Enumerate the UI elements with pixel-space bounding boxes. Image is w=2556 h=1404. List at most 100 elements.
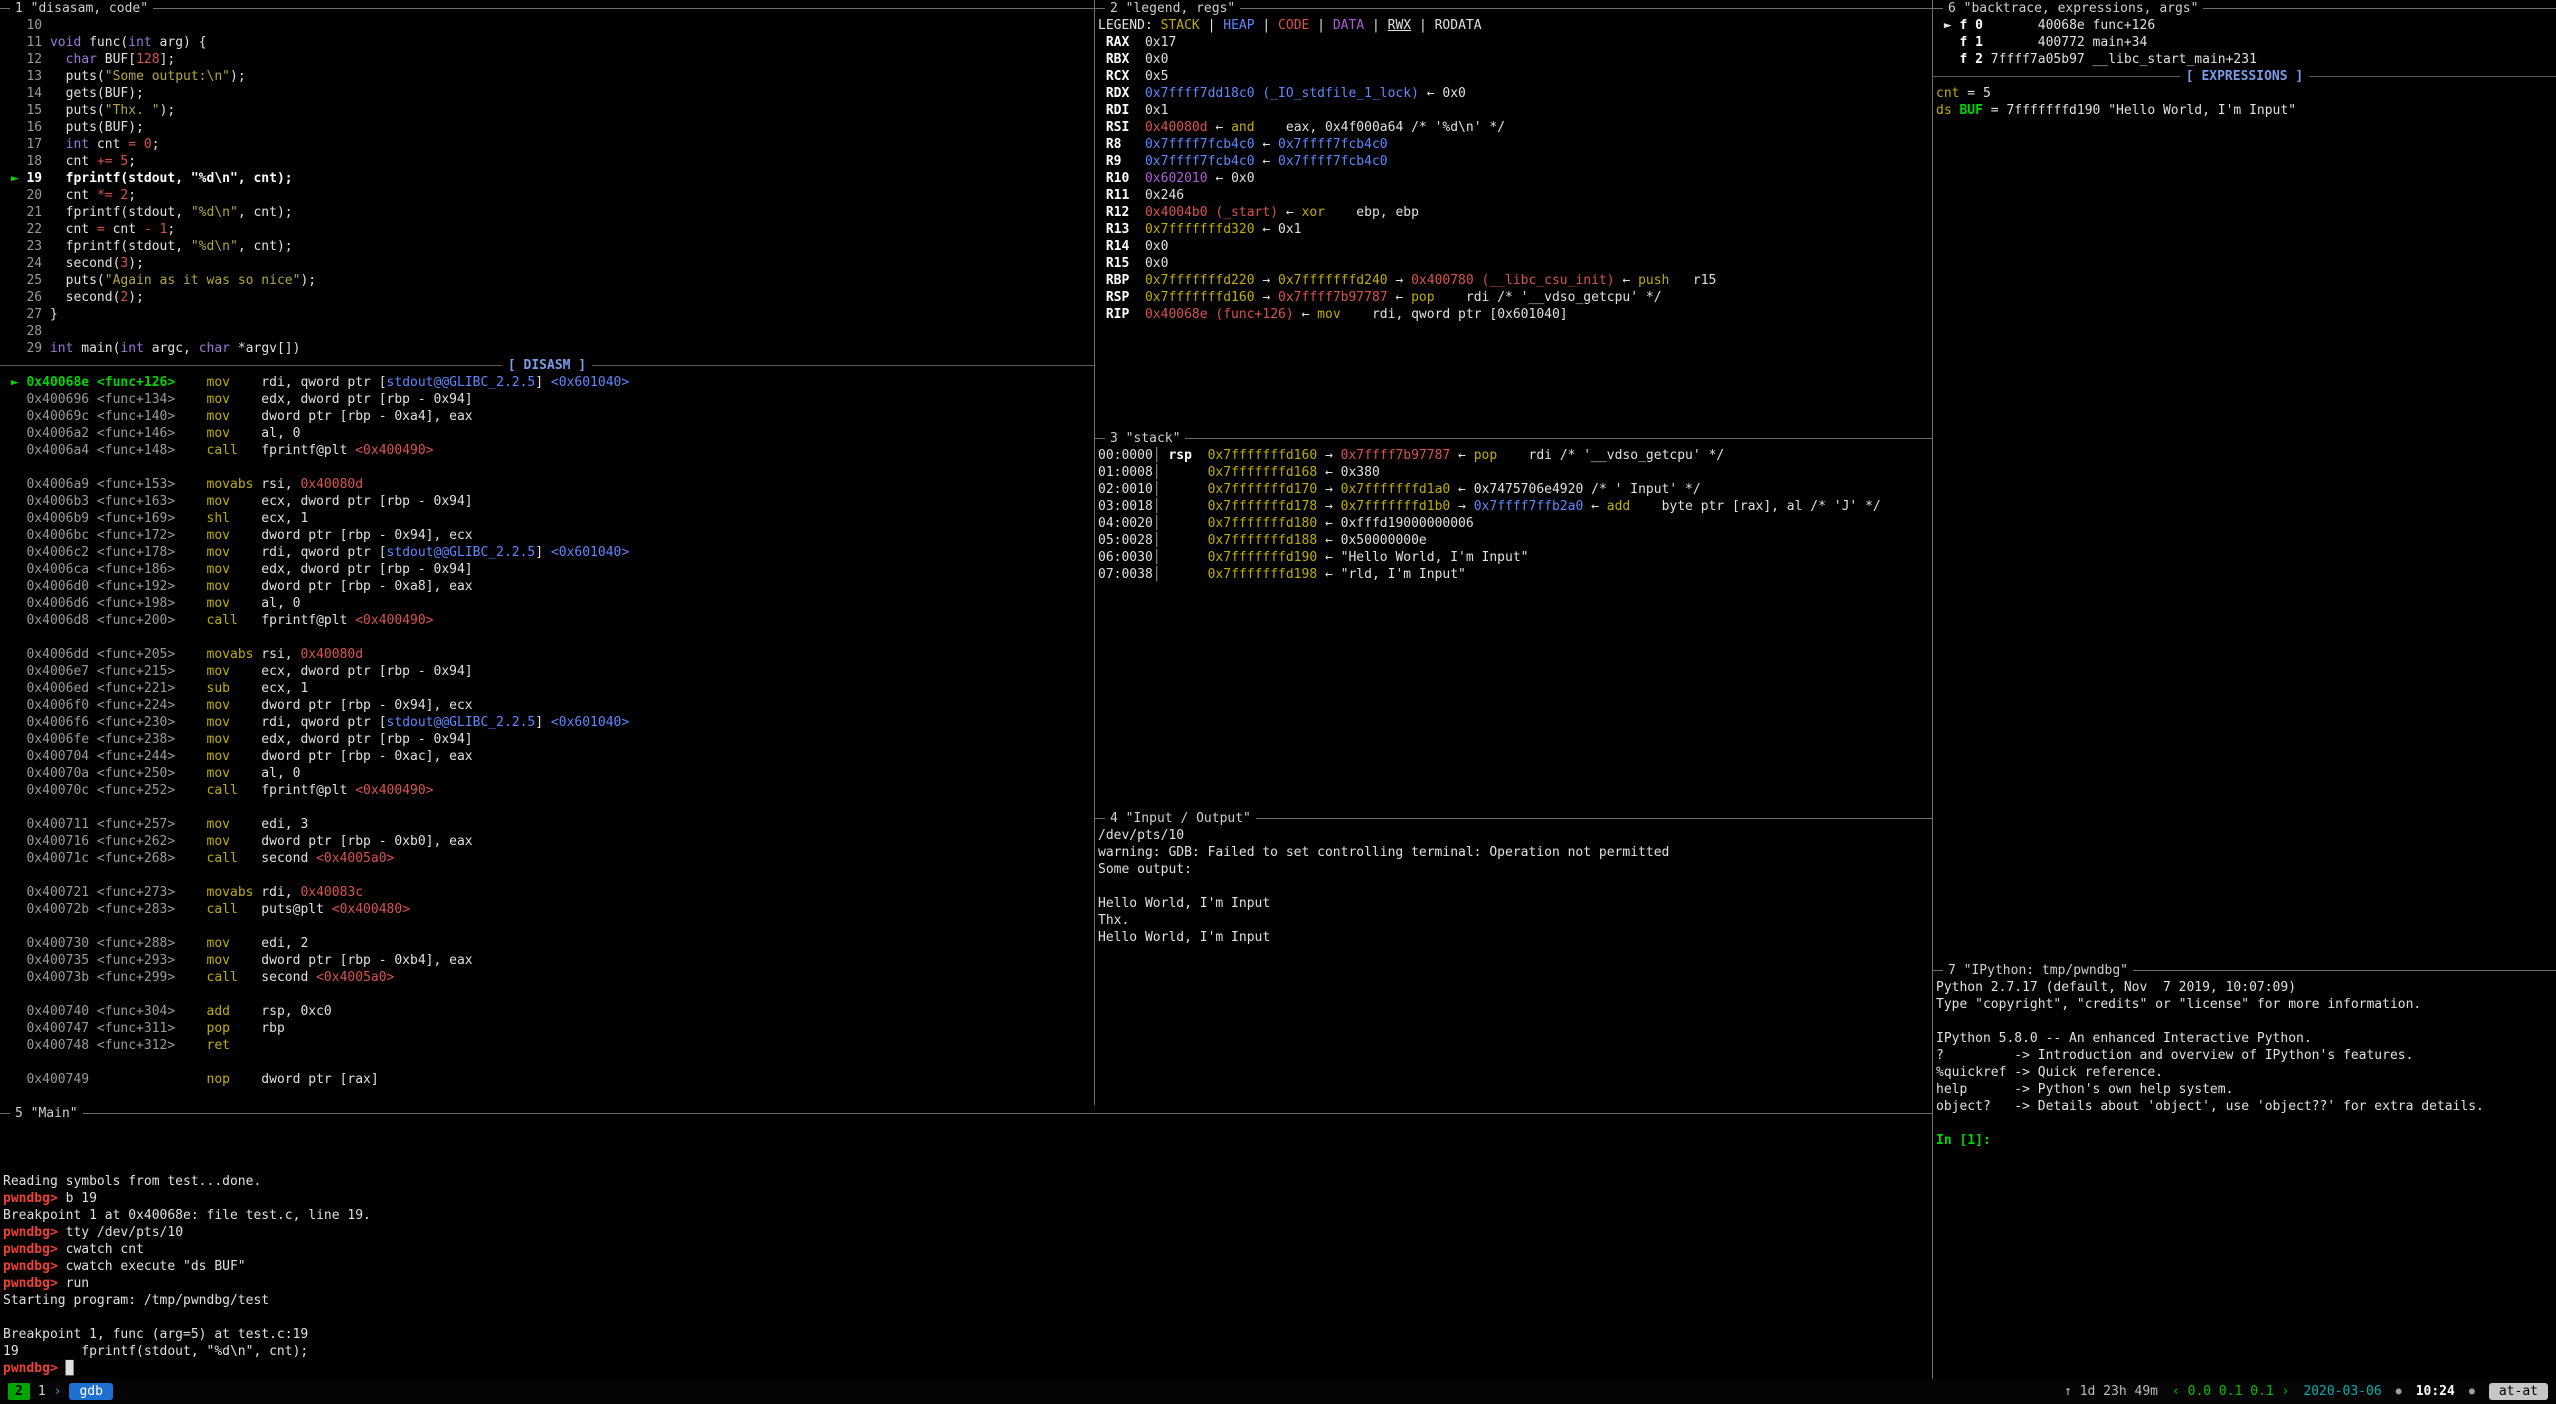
terminal-line: 10 xyxy=(3,17,1094,34)
pane-ipython[interactable]: 7 "IPython: tmp/pwndbg" Python 2.7.17 (d… xyxy=(1933,962,2556,1379)
pane-main-gdb[interactable]: 5 "Main" Reading symbols from test...don… xyxy=(0,1105,1933,1379)
pane-title: 1 "disasam, code" xyxy=(10,0,153,17)
pane-title: 2 "legend, regs" xyxy=(1105,0,1240,17)
terminal-line: 0x4006f6 <func+230> mov rdi, qword ptr [… xyxy=(3,714,1094,731)
terminal-line: 0x4006a4 <func+148> call fprintf@plt <0x… xyxy=(3,442,1094,459)
terminal-line: 0x400730 <func+288> mov edi, 2 xyxy=(3,935,1094,952)
terminal-line: 19 fprintf(stdout, "%d\n", cnt); xyxy=(3,1343,1932,1360)
terminal-line: 0x4006d0 <func+192> mov dword ptr [rbp -… xyxy=(3,578,1094,595)
terminal-line: RAX 0x17 xyxy=(1098,34,1932,51)
terminal-line: R8 0x7ffff7fcb4c0 ← 0x7ffff7fcb4c0 xyxy=(1098,136,1932,153)
date-text: 2020-03-06 xyxy=(2303,1383,2381,1400)
terminal-line xyxy=(3,1054,1094,1071)
pane-legend-regs[interactable]: 2 "legend, regs" LEGEND: STACK | HEAP | … xyxy=(1095,0,1933,430)
pane-input-output[interactable]: 4 "Input / Output" /dev/pts/10warning: G… xyxy=(1095,810,1933,1105)
pane-backtrace-expressions[interactable]: 6 "backtrace, expressions, args" ► f 0 4… xyxy=(1933,0,2556,962)
terminal-line: 0x40070a <func+250> mov al, 0 xyxy=(3,765,1094,782)
terminal-line: pwndbg> tty /dev/pts/10 xyxy=(3,1224,1932,1241)
time-text: 10:24 xyxy=(2416,1383,2455,1400)
hostname-badge: at-at xyxy=(2489,1383,2548,1400)
terminal-line: 21 fprintf(stdout, "%d\n", cnt); xyxy=(3,204,1094,221)
terminal-line: 0x400711 <func+257> mov edi, 3 xyxy=(3,816,1094,833)
terminal-line xyxy=(3,629,1094,646)
terminal-line: R15 0x0 xyxy=(1098,255,1932,272)
terminal-line: RBX 0x0 xyxy=(1098,51,1932,68)
terminal-line: 24 second(3); xyxy=(3,255,1094,272)
terminal-line: cnt = 5 xyxy=(1936,85,2556,102)
legend-line: LEGEND: STACK | HEAP | CODE | DATA | RWX… xyxy=(1095,17,1932,34)
terminal-line: 06:0030│ 0x7fffffffd190 ← "Hello World, … xyxy=(1098,549,1932,566)
terminal-line: help -> Python's own help system. xyxy=(1936,1081,2556,1098)
terminal-line: 29 int main(int argc, char *argv[]) xyxy=(3,340,1094,357)
terminal-line xyxy=(3,986,1094,1003)
terminal-line: 0x4006a2 <func+146> mov al, 0 xyxy=(3,425,1094,442)
disasm-listing: ► 0x40068e <func+126> mov rdi, qword ptr… xyxy=(0,374,1094,1088)
terminal-line: 17 int cnt = 0; xyxy=(3,136,1094,153)
chevron-right-icon: › xyxy=(54,1383,62,1400)
terminal-line: warning: GDB: Failed to set controlling … xyxy=(1098,844,1932,861)
terminal-line: 0x400716 <func+262> mov dword ptr [rbp -… xyxy=(3,833,1094,850)
terminal-line: Breakpoint 1, func (arg=5) at test.c:19 xyxy=(3,1326,1932,1343)
terminal-line: 12 char BUF[128]; xyxy=(3,51,1094,68)
terminal-line xyxy=(3,1309,1932,1326)
pane-disasm-code[interactable]: 1 "disasam, code" 10 11 void func(int ar… xyxy=(0,0,1095,1105)
pane-title: 5 "Main" xyxy=(10,1105,83,1122)
ipython-terminal[interactable]: Python 2.7.17 (default, Nov 7 2019, 10:0… xyxy=(1933,979,2556,1149)
terminal-line: pwndbg> b 19 xyxy=(3,1190,1932,1207)
terminal-line: 15 puts("Thx. "); xyxy=(3,102,1094,119)
terminal-line: 26 second(2); xyxy=(3,289,1094,306)
window-index: 1 xyxy=(38,1383,46,1400)
terminal-line: 0x40073b <func+299> call second <0x4005a… xyxy=(3,969,1094,986)
terminal-line: 14 gets(BUF); xyxy=(3,85,1094,102)
terminal-line: f 2 7ffff7a05b97 __libc_start_main+231 xyxy=(1936,51,2556,68)
terminal-line: 03:0018│ 0x7fffffffd178 → 0x7fffffffd1b0… xyxy=(1098,498,1932,515)
terminal-line: 0x40072b <func+283> call puts@plt <0x400… xyxy=(3,901,1094,918)
terminal-line: 0x40071c <func+268> call second <0x4005a… xyxy=(3,850,1094,867)
window-tab-gdb[interactable]: gdb xyxy=(69,1383,112,1400)
terminal-line: 00:0000│ rsp 0x7fffffffd160 → 0x7ffff7b9… xyxy=(1098,447,1932,464)
uptime-text: ↑ 1d 23h 49m xyxy=(2064,1383,2158,1400)
terminal-line: IPython 5.8.0 -- An enhanced Interactive… xyxy=(1936,1030,2556,1047)
terminal-line xyxy=(1098,878,1932,895)
disasm-section-label: [ DISASM ] xyxy=(502,357,592,374)
terminal-line: 0x4006f0 <func+224> mov dword ptr [rbp -… xyxy=(3,697,1094,714)
terminal-line xyxy=(1936,1115,2556,1132)
pane-stack[interactable]: 3 "stack" 00:0000│ rsp 0x7fffffffd160 → … xyxy=(1095,430,1933,810)
terminal-line: In [1]: xyxy=(1936,1132,2556,1149)
terminal-line: 13 puts("Some output:\n"); xyxy=(3,68,1094,85)
terminal-line: 04:0020│ 0x7fffffffd180 ← 0xfffd19000000… xyxy=(1098,515,1932,532)
host-icon: ● xyxy=(2469,1383,2475,1400)
terminal-line xyxy=(3,1139,1932,1156)
terminal-line: 0x400747 <func+311> pop rbp xyxy=(3,1020,1094,1037)
terminal-line: Hello World, I'm Input xyxy=(1098,895,1932,912)
terminal-line: 0x4006d6 <func+198> mov al, 0 xyxy=(3,595,1094,612)
terminal-line: R11 0x246 xyxy=(1098,187,1932,204)
load-average: ‹ 0.0 0.1 0.1 › xyxy=(2172,1383,2289,1400)
terminal-line: Hello World, I'm Input xyxy=(1098,929,1932,946)
terminal-line: 05:0028│ 0x7fffffffd188 ← 0x50000000e xyxy=(1098,532,1932,549)
terminal-line: 0x4006ca <func+186> mov edx, dword ptr [… xyxy=(3,561,1094,578)
terminal-line: 0x4006d8 <func+200> call fprintf@plt <0x… xyxy=(3,612,1094,629)
pane-title-bar-ipython: 7 "IPython: tmp/pwndbg" xyxy=(1933,962,2556,979)
terminal-line: 11 void func(int arg) { xyxy=(3,34,1094,51)
pane-title-bar-main: 5 "Main" xyxy=(0,1105,1932,1122)
terminal-line: Breakpoint 1 at 0x40068e: file test.c, l… xyxy=(3,1207,1932,1224)
terminal-line: Python 2.7.17 (default, Nov 7 2019, 10:0… xyxy=(1936,979,2556,996)
terminal-line: 22 cnt = cnt - 1; xyxy=(3,221,1094,238)
terminal-line xyxy=(3,867,1094,884)
status-right: ↑ 1d 23h 49m ‹ 0.0 0.1 0.1 › 2020-03-06 … xyxy=(2064,1383,2548,1400)
terminal-line: 02:0010│ 0x7fffffffd170 → 0x7fffffffd1a0… xyxy=(1098,481,1932,498)
terminal-line: 0x400740 <func+304> add rsp, 0xc0 xyxy=(3,1003,1094,1020)
terminal-line: 20 cnt *= 2; xyxy=(3,187,1094,204)
gdb-terminal[interactable]: Reading symbols from test...done.pwndbg>… xyxy=(0,1122,1932,1377)
pane-title-bar-stack: 3 "stack" xyxy=(1095,430,1932,447)
terminal-line xyxy=(3,1122,1932,1139)
terminal-line: f 1 400772 main+34 xyxy=(1936,34,2556,51)
terminal-line: 01:0008│ 0x7fffffffd168 ← 0x380 xyxy=(1098,464,1932,481)
terminal-line: 0x4006e7 <func+215> mov ecx, dword ptr [… xyxy=(3,663,1094,680)
terminal-line: 0x400704 <func+244> mov dword ptr [rbp -… xyxy=(3,748,1094,765)
terminal-line: RSI 0x40080d ← and eax, 0x4f000a64 /* '%… xyxy=(1098,119,1932,136)
terminal-line: 0x4006dd <func+205> movabs rsi, 0x40080d xyxy=(3,646,1094,663)
backtrace-frames: ► f 0 40068e func+126 f 1 400772 main+34… xyxy=(1933,17,2556,68)
session-badge[interactable]: 2 xyxy=(8,1383,30,1400)
